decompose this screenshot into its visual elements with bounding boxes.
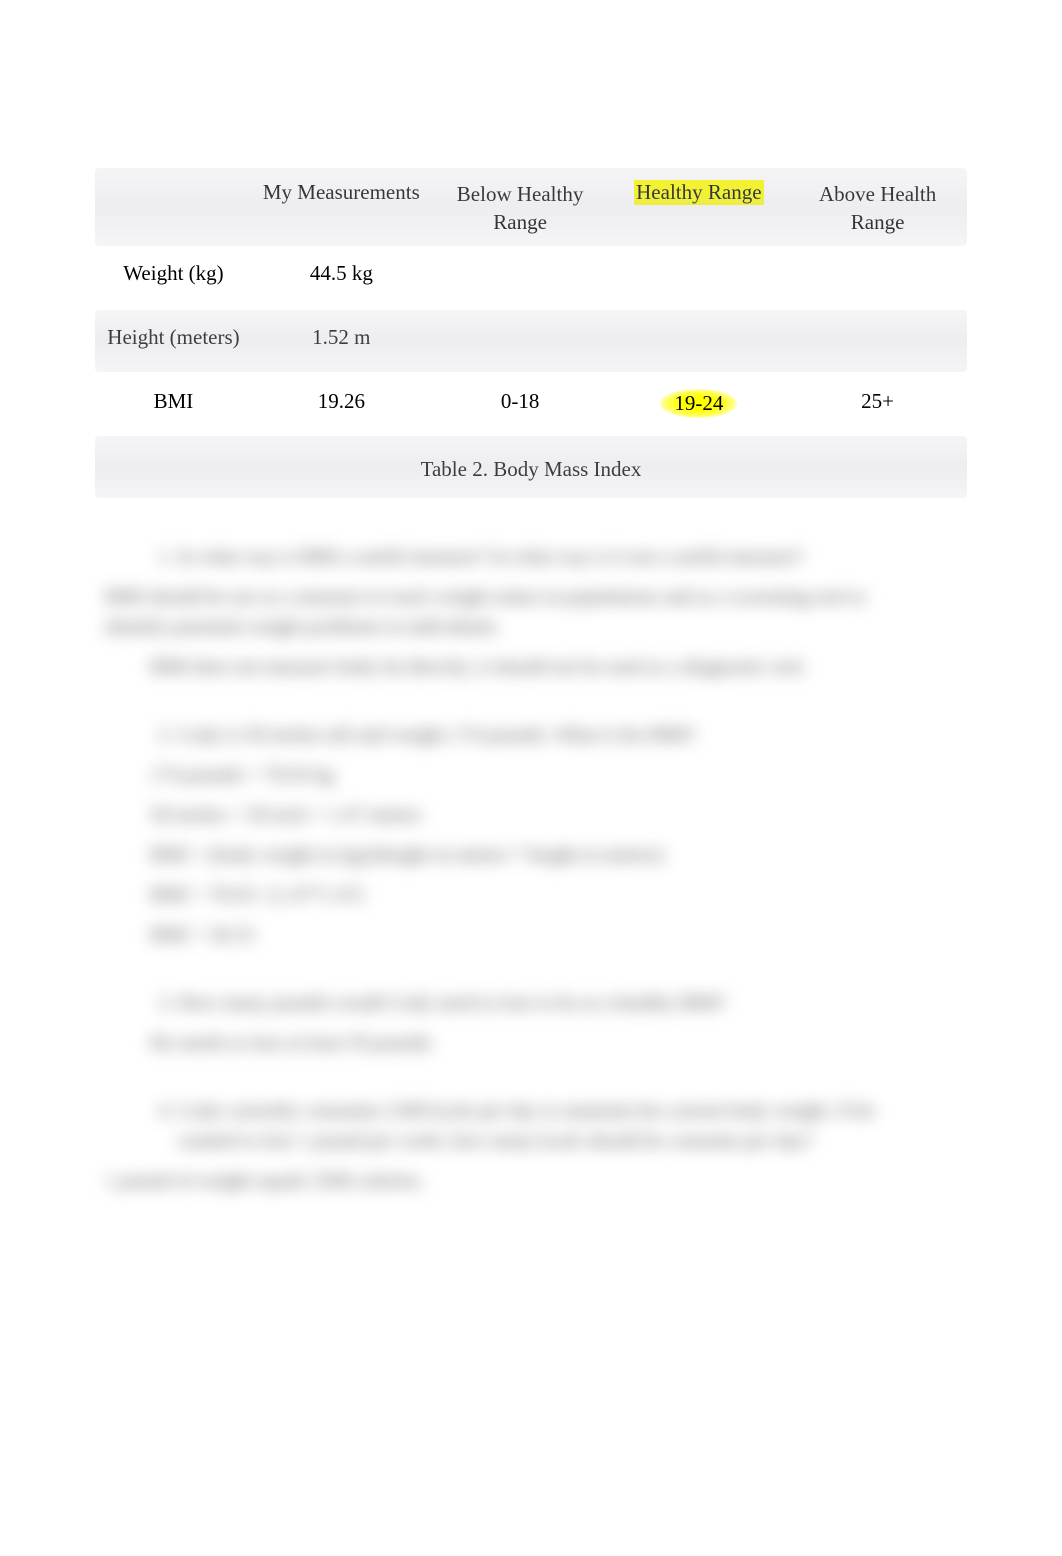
- table-row: BMI 19.26 0-18 19-24 25+: [95, 377, 967, 441]
- header-blank: [95, 168, 252, 249]
- cell-healthy: 19-24: [609, 377, 788, 441]
- header-below-healthy: Below Healthy Range: [431, 168, 610, 249]
- question-text: In what way is BMI a useful measure? In …: [178, 542, 912, 572]
- cell-above: [788, 249, 967, 313]
- calc-line: 58 inches = 58 inch = 1.47 meters: [150, 800, 912, 830]
- header-above-healthy: Above Health Range: [788, 168, 967, 249]
- calc-line: BMI = 78.93 / (1.47*1.47): [150, 880, 912, 910]
- answer-text: BMI should be use as a measure to track …: [105, 582, 912, 642]
- table-row: Weight (kg) 44.5 kg: [95, 249, 967, 313]
- bmi-table: My Measurements Below Healthy Range Heal…: [95, 168, 967, 441]
- table-header-row: My Measurements Below Healthy Range Heal…: [95, 168, 967, 249]
- cell-healthy: [609, 249, 788, 313]
- question-block: Cody currently consumes 2300 kcals per d…: [150, 1096, 912, 1196]
- highlight: 19-24: [660, 389, 737, 418]
- document-page: My Measurements Below Healthy Range Heal…: [0, 0, 1062, 1196]
- calc-line: BMI = (body weight in kg)/(height in met…: [150, 840, 912, 870]
- cell-below: 0-18: [431, 377, 610, 441]
- cell-my: 44.5 kg: [252, 249, 431, 313]
- answer-text: 1 pound of weight equals 3500 calories.: [105, 1166, 912, 1196]
- calc-line: 174 pounds = 78.93 kg: [150, 760, 912, 790]
- question-text: Cody is 58 inches tall and weighs 174 po…: [178, 720, 912, 750]
- cell-my: 19.26: [252, 377, 431, 441]
- blurred-region: In what way is BMI a useful measure? In …: [95, 542, 967, 1196]
- cell-above: 25+: [788, 377, 967, 441]
- question-block: In what way is BMI a useful measure? In …: [150, 542, 912, 682]
- question-block: How many pounds would Cody need to lose …: [150, 988, 912, 1058]
- row-label: Weight (kg): [95, 249, 252, 313]
- header-my-measurements: My Measurements: [252, 168, 431, 249]
- cell-my: 1.52 m: [252, 313, 431, 377]
- table-row: Height (meters) 1.52 m: [95, 313, 967, 377]
- cell-above: [788, 313, 967, 377]
- calc-line: BMI = 36.53: [150, 920, 912, 950]
- header-healthy-range: Healthy Range: [609, 168, 788, 249]
- question-block: Cody is 58 inches tall and weighs 174 po…: [150, 720, 912, 950]
- cell-below: [431, 313, 610, 377]
- question-text: How many pounds would Cody need to lose …: [178, 988, 912, 1018]
- row-label: Height (meters): [95, 313, 252, 377]
- highlight: Healthy Range: [634, 180, 763, 205]
- answer-text: He needs to lose at least 59 pounds.: [150, 1028, 912, 1058]
- question-text: Cody currently consumes 2300 kcals per d…: [178, 1096, 912, 1156]
- cell-below: [431, 249, 610, 313]
- table-caption: Table 2. Body Mass Index: [95, 457, 967, 482]
- cell-healthy: [609, 313, 788, 377]
- answer-text: BMI does not measure body fat directly, …: [150, 652, 912, 682]
- row-label: BMI: [95, 377, 252, 441]
- bmi-table-wrapper: My Measurements Below Healthy Range Heal…: [95, 168, 967, 441]
